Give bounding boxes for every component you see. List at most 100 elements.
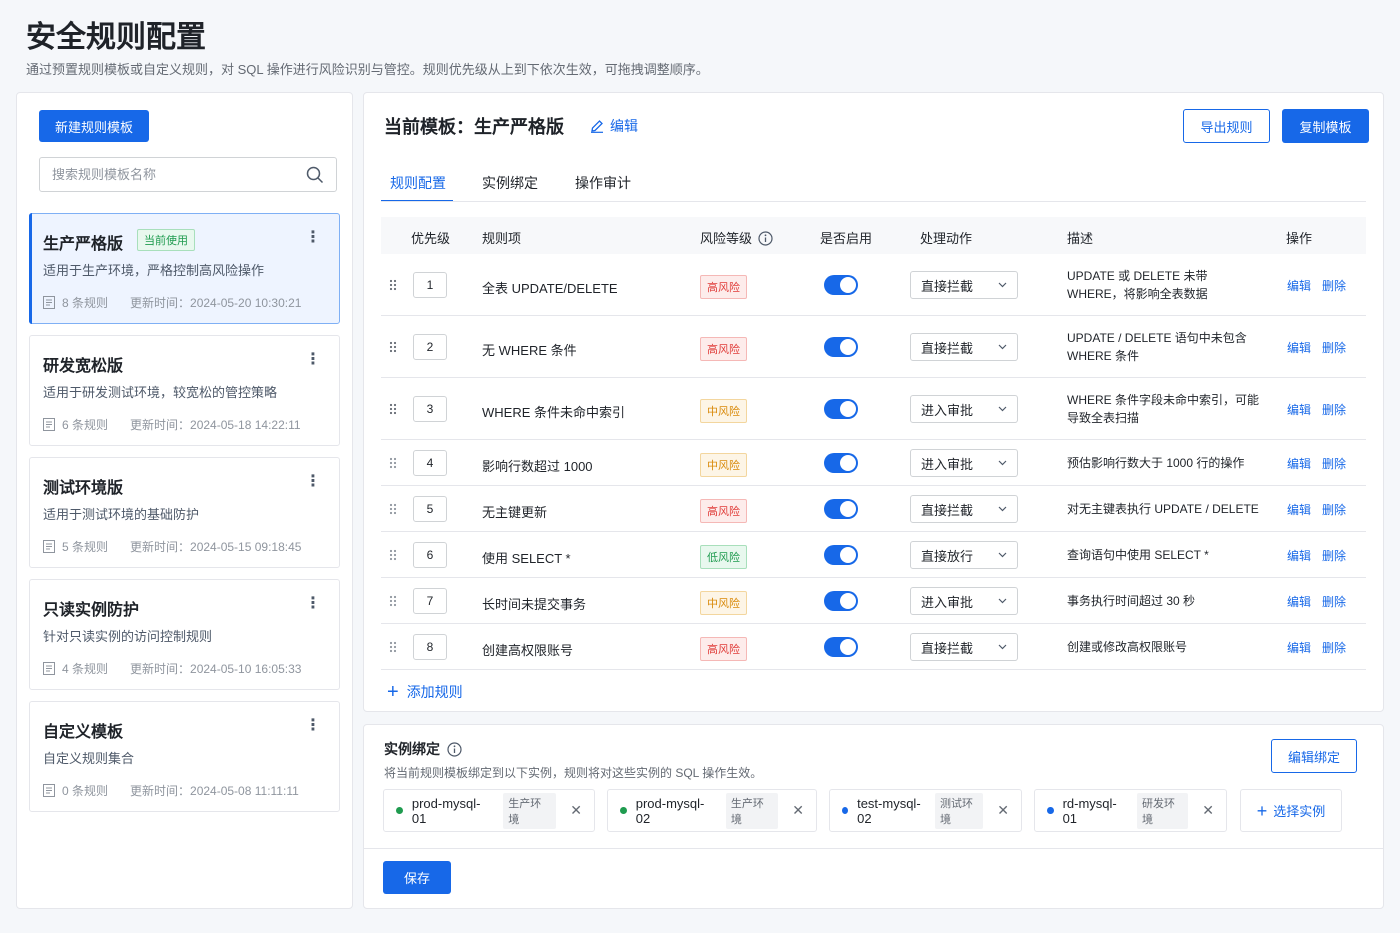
template-search-box [39, 157, 337, 192]
close-icon[interactable]: ✕ [1202, 802, 1214, 819]
rule-count: 0 条规则 [62, 784, 109, 798]
instance-name: rd-mysql-01 [1062, 795, 1117, 826]
priority-input[interactable]: 7 [413, 588, 447, 614]
enable-toggle[interactable] [824, 337, 858, 357]
update-time: 更新时间：2024-05-08 11:11:11 [130, 784, 299, 798]
edit-binding-button[interactable]: 编辑绑定 [1271, 739, 1357, 773]
delete-rule-link[interactable]: 删除 [1322, 593, 1346, 610]
rule-name: WHERE 条件未命中索引 [482, 405, 626, 420]
drag-handle-icon[interactable] [389, 595, 397, 607]
template-card-custom[interactable]: 自定义模板 ⋮ 自定义规则集合 0 条规则 更新时间：2024-05-08 11… [29, 701, 340, 812]
enable-toggle[interactable] [824, 499, 858, 519]
priority-input[interactable]: 1 [413, 272, 447, 298]
document-icon [43, 296, 55, 309]
tab-rule-config[interactable]: 规则配置 [390, 173, 446, 193]
copy-template-button[interactable]: 复制模板 [1282, 109, 1369, 143]
chevron-down-icon [998, 460, 1007, 466]
more-vertical-icon[interactable]: ⋮ [305, 352, 321, 368]
action-select[interactable]: 直接拦截 [910, 333, 1018, 361]
export-rules-button[interactable]: 导出规则 [1183, 109, 1270, 143]
enable-toggle[interactable] [824, 453, 858, 473]
delete-rule-link[interactable]: 删除 [1322, 401, 1346, 418]
edit-rule-link[interactable]: 编辑 [1287, 339, 1311, 356]
priority-input[interactable]: 2 [413, 334, 447, 360]
priority-input[interactable]: 4 [413, 450, 447, 476]
action-select[interactable]: 直接拦截 [910, 633, 1018, 661]
edit-rule-link[interactable]: 编辑 [1287, 277, 1311, 294]
delete-rule-link[interactable]: 删除 [1322, 547, 1346, 564]
edit-rule-link[interactable]: 编辑 [1287, 501, 1311, 518]
close-icon[interactable]: ✕ [997, 802, 1009, 819]
save-button[interactable]: 保存 [383, 861, 451, 894]
update-time: 更新时间：2024-05-10 16:05:33 [130, 662, 302, 676]
edit-rule-link[interactable]: 编辑 [1287, 455, 1311, 472]
more-vertical-icon[interactable]: ⋮ [305, 474, 321, 490]
delete-rule-link[interactable]: 删除 [1322, 455, 1346, 472]
template-name: 自定义模板 [43, 724, 124, 741]
edit-rule-link[interactable]: 编辑 [1287, 401, 1311, 418]
risk-badge: 中风险 [700, 399, 747, 423]
template-sidebar: 新建规则模板 生产严格版 当前使用 ⋮ 适用于生产环境，严格控制高风险操作 8 … [16, 92, 353, 909]
enable-toggle[interactable] [824, 399, 858, 419]
action-select[interactable]: 进入审批 [910, 587, 1018, 615]
template-card-production-strict[interactable]: 生产严格版 当前使用 ⋮ 适用于生产环境，严格控制高风险操作 8 条规则 更新时… [29, 213, 340, 324]
binding-title: 实例绑定 [384, 739, 462, 759]
priority-input[interactable]: 5 [413, 496, 447, 522]
choose-instance-button[interactable]: + 选择实例 [1240, 789, 1342, 832]
edit-rule-link[interactable]: 编辑 [1287, 639, 1311, 656]
drag-handle-icon[interactable] [389, 549, 397, 561]
action-select[interactable]: 进入审批 [910, 395, 1018, 423]
delete-rule-link[interactable]: 删除 [1322, 339, 1346, 356]
template-search-input[interactable] [52, 167, 306, 182]
search-icon[interactable] [306, 166, 324, 184]
rule-name: 使用 SELECT * [482, 551, 571, 566]
rule-desc: 事务执行时间超过 30 秒 [1067, 594, 1196, 608]
edit-label: 编辑 [610, 118, 638, 134]
action-value: 直接拦截 [921, 502, 974, 518]
tab-instance-binding[interactable]: 实例绑定 [482, 173, 538, 193]
info-icon[interactable] [447, 741, 462, 757]
instance-tag: prod-mysql-02 生产环境 ✕ [607, 789, 817, 832]
enable-toggle[interactable] [824, 545, 858, 565]
rule-desc: WHERE 条件字段未命中索引，可能导致全表扫描 [1067, 393, 1260, 425]
enable-toggle[interactable] [824, 591, 858, 611]
action-select[interactable]: 进入审批 [910, 449, 1018, 477]
more-vertical-icon[interactable]: ⋮ [305, 596, 321, 612]
drag-handle-icon[interactable] [389, 503, 397, 515]
drag-handle-icon[interactable] [389, 457, 397, 469]
more-vertical-icon[interactable]: ⋮ [305, 718, 321, 734]
priority-input[interactable]: 8 [413, 634, 447, 660]
drag-handle-icon[interactable] [389, 341, 397, 353]
drag-handle-icon[interactable] [389, 641, 397, 653]
template-name: 测试环境版 [43, 480, 124, 497]
close-icon[interactable]: ✕ [570, 802, 582, 819]
enable-toggle[interactable] [824, 275, 858, 295]
action-select[interactable]: 直接拦截 [910, 271, 1018, 299]
risk-badge: 高风险 [700, 499, 747, 523]
drag-handle-icon[interactable] [389, 279, 397, 291]
template-card-readonly[interactable]: 只读实例防护 ⋮ 针对只读实例的访问控制规则 4 条规则 更新时间：2024-0… [29, 579, 340, 690]
delete-rule-link[interactable]: 删除 [1322, 639, 1346, 656]
edit-rule-link[interactable]: 编辑 [1287, 547, 1311, 564]
action-select[interactable]: 直接放行 [910, 541, 1018, 569]
rule-desc: UPDATE 或 DELETE 未带 WHERE，将影响全表数据 [1067, 269, 1208, 301]
info-icon[interactable] [758, 231, 773, 246]
drag-handle-icon[interactable] [389, 403, 397, 415]
template-card-test-env[interactable]: 测试环境版 ⋮ 适用于测试环境的基础防护 5 条规则 更新时间：2024-05-… [29, 457, 340, 568]
delete-rule-link[interactable]: 删除 [1322, 277, 1346, 294]
tab-operation-audit[interactable]: 操作审计 [575, 173, 631, 193]
edit-template-link[interactable]: 编辑 [590, 116, 638, 136]
template-card-rd-loose[interactable]: 研发宽松版 ⋮ 适用于研发测试环境，较宽松的管控策略 6 条规则 更新时间：20… [29, 335, 340, 446]
priority-input[interactable]: 6 [413, 542, 447, 568]
action-select[interactable]: 直接拦截 [910, 495, 1018, 523]
template-desc: 针对只读实例的访问控制规则 [43, 629, 213, 644]
priority-input[interactable]: 3 [413, 396, 447, 422]
delete-rule-link[interactable]: 删除 [1322, 501, 1346, 518]
more-vertical-icon[interactable]: ⋮ [305, 230, 321, 246]
rule-desc: 预估影响行数大于 1000 行的操作 [1067, 456, 1245, 470]
enable-toggle[interactable] [824, 637, 858, 657]
add-rule-button[interactable]: + 添加规则 [387, 682, 463, 702]
edit-rule-link[interactable]: 编辑 [1287, 593, 1311, 610]
new-template-button[interactable]: 新建规则模板 [39, 110, 149, 142]
close-icon[interactable]: ✕ [792, 802, 804, 819]
